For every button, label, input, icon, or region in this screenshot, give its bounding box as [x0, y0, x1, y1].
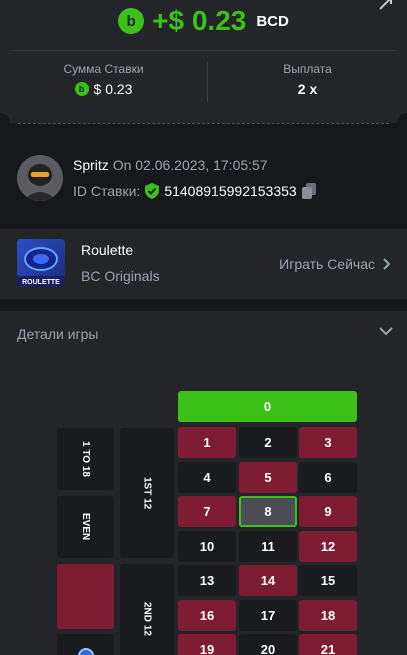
payout-amount: +$ 0.23	[152, 5, 247, 36]
number-cell-14: 14	[239, 565, 297, 596]
payout-row: b +$ 0.23 BCD	[0, 2, 407, 40]
number-cell-3: 3	[299, 427, 357, 458]
avatar[interactable]	[17, 155, 63, 201]
bet-id-line: ID Ставки: 51408915992153353	[73, 183, 316, 199]
payout-label: Выплата	[283, 62, 332, 76]
bet-date: On 02.06.2023, 17:05:57	[112, 157, 268, 173]
play-now-label: Играть Сейчас	[279, 256, 375, 272]
number-cell-1: 1	[178, 427, 236, 458]
game-name: Roulette	[81, 242, 134, 258]
number-cell-10: 10	[178, 530, 236, 562]
number-cell-16: 16	[178, 599, 236, 631]
number-cell-17: 17	[239, 599, 297, 631]
number-cell-20: 20	[239, 634, 297, 655]
username[interactable]: Spritz	[73, 157, 109, 173]
bet-id-label: ID Ставки:	[73, 183, 141, 199]
dozen-2nd-12: 2ND 12	[120, 564, 174, 655]
avatar-image	[17, 155, 63, 201]
share-icon[interactable]	[377, 0, 395, 12]
game-details-panel: Детали игры 0 1 TO 18 EVEN 1ST 12 2ND 12…	[0, 311, 407, 655]
shield-check-icon	[145, 183, 160, 199]
roulette-thumbnail-label: ROULETTE	[22, 279, 60, 286]
bet-id: 51408915992153353	[164, 183, 297, 199]
coin-icon	[77, 648, 94, 655]
user-info: Spritz On 02.06.2023, 17:05:57 ID Ставки…	[0, 140, 407, 222]
payout-stat: Выплата 2 x	[208, 62, 407, 97]
number-cell-2: 2	[239, 427, 297, 458]
roulette-thumbnail: ROULETTE	[17, 239, 65, 287]
copy-icon[interactable]	[301, 183, 316, 199]
play-now-link[interactable]: Играть Сейчас	[279, 256, 391, 272]
bcd-coin-icon: b	[118, 8, 145, 34]
chevron-right-icon	[383, 258, 391, 270]
number-cell-19: 19	[178, 634, 236, 655]
side-bet-red	[57, 564, 114, 629]
number-cell-5: 5	[239, 461, 297, 493]
divider	[10, 50, 397, 51]
bet-details-page: b +$ 0.23 BCD Сумма Ставки b $ 0.23 Выпл…	[0, 0, 407, 655]
number-cell-18: 18	[299, 599, 357, 631]
bet-amount-text: $ 0.23	[93, 81, 133, 97]
bcd-coin-icon: b	[74, 82, 89, 96]
game-provider: BC Originals	[81, 268, 160, 284]
chevron-down-icon[interactable]	[379, 327, 393, 336]
dashed-divider	[18, 123, 389, 124]
number-cell-11: 11	[239, 530, 297, 562]
bet-amount-value: b $ 0.23	[0, 81, 207, 97]
bet-amount-stat: Сумма Ставки b $ 0.23	[0, 62, 207, 97]
username-line: Spritz On 02.06.2023, 17:05:57	[73, 157, 268, 173]
game-details-title: Детали игры	[17, 326, 99, 342]
number-cell-9: 9	[299, 496, 357, 527]
number-cell-4: 4	[178, 461, 236, 493]
payout-currency: BCD	[256, 12, 289, 30]
number-cell-7: 7	[178, 496, 236, 527]
side-bet-even: EVEN	[57, 496, 114, 558]
number-cell-21: 21	[299, 634, 357, 655]
game-card[interactable]: ROULETTE Roulette BC Originals Играть Се…	[0, 229, 407, 299]
zero-cell: 0	[178, 391, 357, 422]
ticket-notch	[397, 113, 407, 133]
bet-amount-label: Сумма Ставки	[63, 62, 144, 76]
number-cell-15: 15	[299, 565, 357, 596]
payout-panel: b +$ 0.23 BCD Сумма Ставки b $ 0.23 Выпл…	[0, 0, 407, 123]
number-cell-6: 6	[299, 461, 357, 493]
number-cell-13: 13	[178, 565, 236, 596]
dozen-1st-12: 1ST 12	[120, 428, 174, 558]
side-bet-black	[57, 634, 114, 655]
number-cell-12: 12	[299, 530, 357, 562]
side-bet-1-to-18: 1 TO 18	[57, 428, 114, 490]
number-cell-8: 8	[239, 496, 297, 527]
payout-multiplier: 2 x	[297, 81, 318, 97]
